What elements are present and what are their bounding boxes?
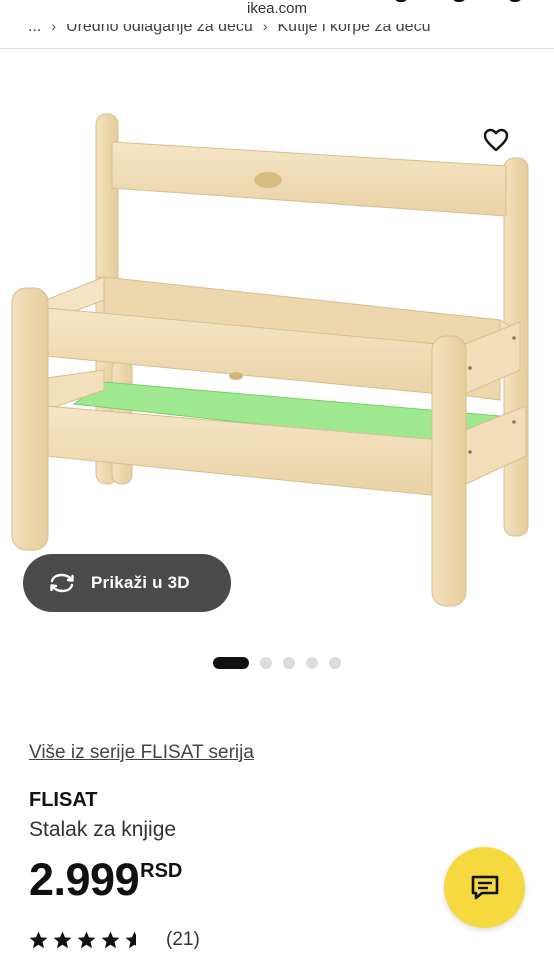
star-icon [101, 931, 120, 949]
product-description: Stalak za knjige [29, 818, 177, 841]
chat-icon [471, 875, 498, 899]
chat-button[interactable] [444, 847, 525, 928]
carousel-dot-active[interactable] [213, 657, 249, 669]
carousel-dot[interactable] [260, 657, 272, 669]
chevron-right-icon: › [51, 24, 57, 34]
review-count: (21) [166, 929, 200, 950]
star-icon [29, 931, 48, 949]
user-icon[interactable] [394, 0, 408, 2]
breadcrumb-item-ellipsis[interactable]: ... [28, 24, 41, 35]
breadcrumb-item-storage[interactable]: Uredno odlaganje za decu [66, 24, 253, 35]
heart-icon [483, 128, 509, 152]
rotate-3d-icon [50, 573, 74, 593]
breadcrumb: ... › Uredno odlaganje za decu › Kutije i ko… [28, 24, 554, 46]
cart-icon[interactable] [508, 0, 522, 2]
view-3d-label: Prikaži u 3D [91, 573, 190, 592]
star-icon [53, 931, 72, 949]
carousel-dot[interactable] [329, 657, 341, 669]
chevron-right-icon: › [262, 24, 268, 34]
rating-stars [29, 931, 144, 949]
breadcrumb-item-boxes[interactable]: Kutije i korpe za decu [278, 24, 431, 35]
star-icon [77, 931, 96, 949]
header-icons [394, 0, 524, 6]
favorite-button[interactable] [480, 124, 512, 156]
series-link[interactable]: Više iz serije FLISAT serija [29, 742, 254, 764]
carousel-dots [213, 657, 341, 669]
basket-icon[interactable] [452, 0, 466, 2]
star-half-icon [125, 931, 136, 949]
view-3d-button[interactable]: Prikaži u 3D [23, 554, 231, 612]
carousel-dot[interactable] [283, 657, 295, 669]
product-name: FLISAT [29, 789, 98, 811]
price-currency: RSD [140, 860, 183, 882]
carousel-dot[interactable] [306, 657, 318, 669]
product-image[interactable] [0, 100, 554, 620]
product-price: 2.999 RSD [29, 852, 182, 908]
menu-icon[interactable] [30, 0, 60, 6]
divider [0, 48, 554, 49]
price-amount: 2.999 [29, 854, 140, 905]
product-rating[interactable]: (21) [29, 929, 200, 951]
